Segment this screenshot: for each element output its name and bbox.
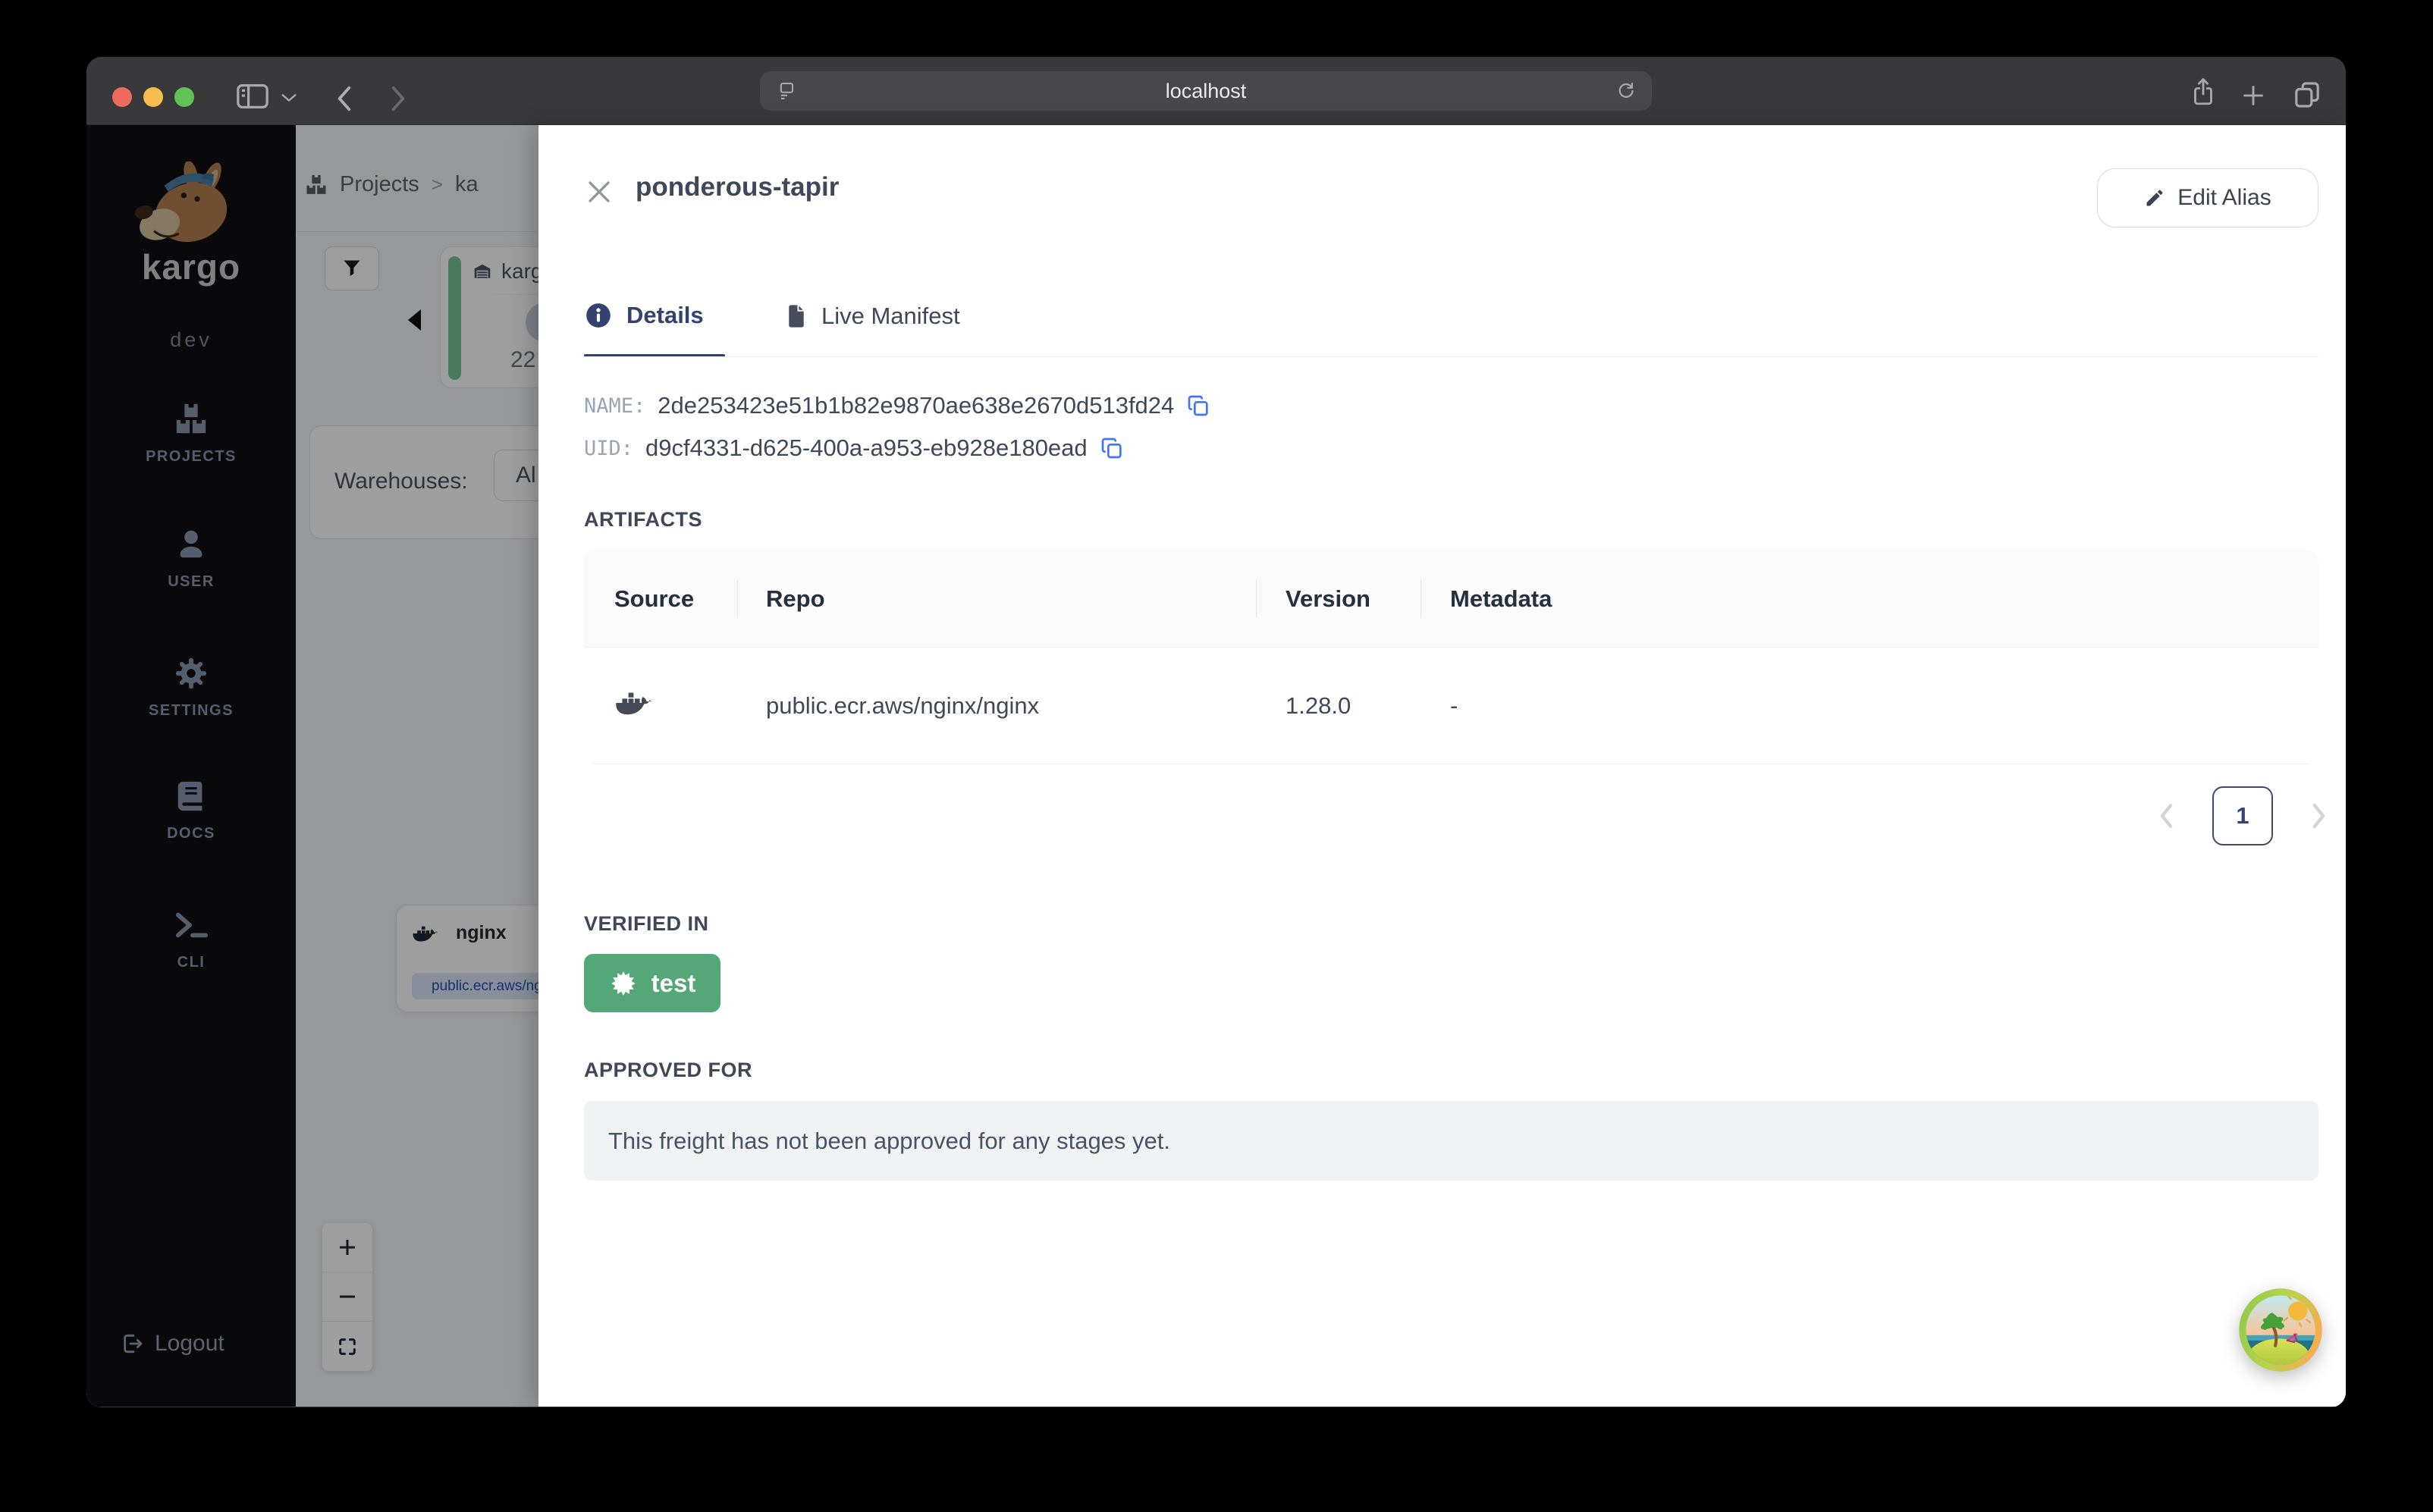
docker-icon <box>616 692 652 715</box>
cell-version: 1.28.0 <box>1286 692 1351 719</box>
edit-alias-button[interactable]: Edit Alias <box>2097 168 2318 227</box>
forward-button-icon[interactable] <box>388 84 408 113</box>
cell-repo: public.ecr.aws/nginx/nginx <box>766 692 1040 719</box>
back-button-icon[interactable] <box>334 84 354 113</box>
verified-in-heading: VERIFIED IN <box>584 912 709 935</box>
verified-stage-badge[interactable]: test <box>584 954 720 1012</box>
freight-name-row: NAME: 2de253423e51b1b82e9870ae638e2670d5… <box>584 392 1210 419</box>
divider <box>1256 580 1257 618</box>
copy-icon[interactable] <box>1100 436 1124 460</box>
name-label: NAME: <box>584 394 646 418</box>
freight-details-drawer: ponderous-tapir Edit Alias Details Live … <box>538 125 2346 1407</box>
artifacts-table-header: Source Repo Version Metadata <box>584 550 2318 648</box>
freight-alias-title: ponderous-tapir <box>636 172 840 202</box>
column-header-source: Source <box>614 585 695 612</box>
divider <box>737 580 738 618</box>
address-bar[interactable]: localhost <box>760 71 1652 111</box>
window-zoom-button[interactable] <box>174 87 194 107</box>
edit-alias-label: Edit Alias <box>2177 185 2271 210</box>
verified-stage-name: test <box>651 968 696 997</box>
island-badge-icon[interactable] <box>2237 1287 2324 1373</box>
stage-starburst-icon <box>611 971 636 996</box>
column-header-repo: Repo <box>766 585 825 612</box>
uid-label: UID: <box>584 436 634 460</box>
sidebar-toggle-icon[interactable] <box>235 81 270 111</box>
file-icon <box>789 305 804 328</box>
column-header-metadata: Metadata <box>1450 585 1552 612</box>
pencil-icon <box>2146 190 2163 206</box>
column-header-version: Version <box>1286 585 1370 612</box>
reload-icon[interactable] <box>1615 80 1637 102</box>
window-close-button[interactable] <box>112 87 132 107</box>
tab-live-manifest[interactable]: Live Manifest <box>785 303 960 330</box>
browser-toolbar: localhost <box>86 57 2346 125</box>
app-content: kargo dev PROJECTS USER SETTINGS DOCS CL… <box>86 125 2346 1407</box>
desktop: localhost kargo dev PROJECTS USER SETTIN… <box>0 0 2433 1512</box>
approved-for-empty-message: This freight has not been approved for a… <box>584 1101 2318 1181</box>
artifacts-heading: ARTIFACTS <box>584 508 702 531</box>
freight-uid-row: UID: d9cf4331-d625-400a-a953-eb928e180ea… <box>584 434 1124 462</box>
tabs-divider <box>584 356 2318 357</box>
tab-live-manifest-label: Live Manifest <box>821 303 960 329</box>
share-icon[interactable] <box>2190 75 2217 108</box>
approved-for-heading: APPROVED FOR <box>584 1059 753 1081</box>
copy-icon[interactable] <box>1186 394 1210 418</box>
cell-metadata: - <box>1450 692 1458 719</box>
window-minimize-button[interactable] <box>143 87 163 107</box>
tab-overview-icon[interactable] <box>2292 80 2322 110</box>
pagination-page-1[interactable]: 1 <box>2212 786 2273 845</box>
url-text: localhost <box>1165 80 1247 102</box>
table-row[interactable]: public.ecr.aws/nginx/nginx 1.28.0 - <box>584 648 2318 764</box>
artifacts-table: Source Repo Version Metadata public.ecr.… <box>584 550 2318 764</box>
chevron-right-icon[interactable] <box>2307 800 2330 832</box>
tab-details[interactable]: Details <box>584 301 704 330</box>
browser-window: localhost kargo dev PROJECTS USER SETTIN… <box>86 57 2346 1407</box>
close-icon[interactable] <box>585 178 613 205</box>
new-tab-icon[interactable] <box>2240 83 2266 108</box>
name-value: 2de253423e51b1b82e9870ae638e2670d513fd24 <box>658 392 1175 419</box>
tab-details-label: Details <box>626 302 704 328</box>
pagination: 1 <box>584 783 2325 849</box>
chevron-down-icon[interactable] <box>281 93 297 103</box>
chevron-left-icon[interactable] <box>2155 800 2178 832</box>
info-icon <box>586 303 611 328</box>
uid-value: d9cf4331-d625-400a-a953-eb928e180ead <box>645 434 1088 461</box>
